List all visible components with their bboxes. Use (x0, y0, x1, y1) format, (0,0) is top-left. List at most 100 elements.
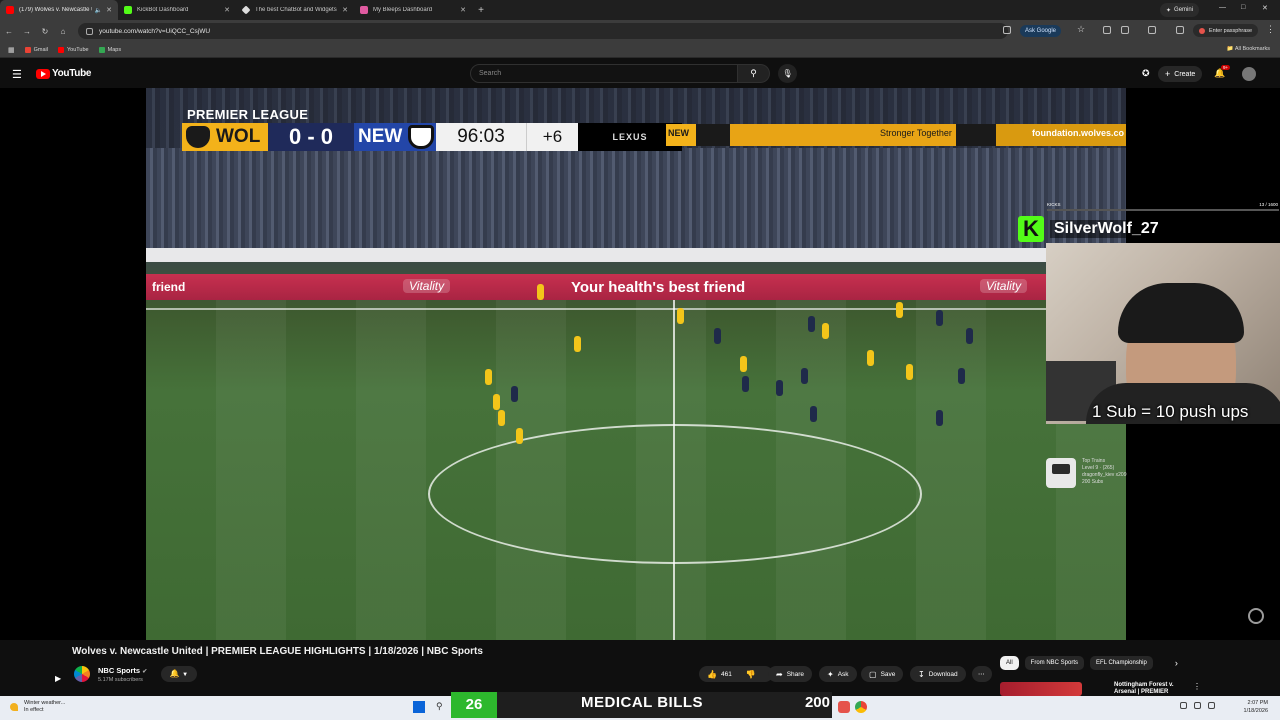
tab-chatbot[interactable]: The best ChatBot and Widgets ✕ (236, 0, 354, 20)
address-bar[interactable]: youtube.com/watch?v=UiQCC_CsjWU (78, 23, 1008, 39)
pitchside-ad-board: friend Vitality Your health's best frien… (146, 274, 1126, 300)
thumbs-up-icon[interactable]: 👍 (707, 670, 717, 679)
volume-icon[interactable] (1194, 702, 1201, 709)
footballer (906, 364, 913, 380)
chip-efl-championship[interactable]: EFL Championship (1090, 656, 1153, 670)
vitality-logo: Vitality (980, 279, 1028, 293)
share-label: Share (786, 670, 805, 678)
apps-grid-icon[interactable]: ▦ (8, 46, 15, 54)
chip-from-nbc-sports[interactable]: From NBC Sports (1024, 656, 1085, 670)
battery-icon[interactable] (1208, 702, 1215, 709)
wifi-icon[interactable] (1180, 702, 1187, 709)
footballer (498, 410, 505, 426)
extension-icon[interactable] (1103, 26, 1111, 34)
more-actions-button[interactable]: ⋯ (972, 666, 992, 682)
site-info-icon[interactable] (86, 27, 93, 35)
download-icon[interactable] (1176, 26, 1184, 34)
newcastle-crest-icon (408, 125, 434, 149)
reload-icon[interactable]: ↻ (36, 27, 54, 36)
footballer (808, 316, 815, 332)
close-tab-icon[interactable]: ✕ (106, 6, 112, 14)
close-tab-icon[interactable]: ✕ (224, 6, 230, 14)
weather-subtitle: In effect (24, 707, 44, 713)
minimize-icon[interactable]: — (1219, 4, 1226, 11)
forward-icon[interactable]: → (18, 27, 36, 36)
windows-start-icon[interactable] (413, 701, 425, 713)
ask-label: Ask (837, 670, 849, 678)
thumbs-down-icon[interactable]: 👎 (746, 670, 756, 679)
video-frame: friend Vitality Your health's best frien… (146, 88, 1126, 640)
chrome-icon[interactable] (855, 701, 867, 713)
download-arrow-icon: ↧ (918, 669, 925, 679)
footballer (936, 310, 943, 326)
hamburger-menu-icon[interactable]: ☰ (12, 68, 22, 81)
create-button[interactable]: + Create (1158, 66, 1203, 82)
kebab-menu-icon[interactable]: ⋮ (1266, 24, 1275, 35)
restore-icon[interactable]: □ (1241, 4, 1245, 11)
puzzle-icon[interactable] (1121, 26, 1129, 34)
tab-bleeps[interactable]: My Bleeps Dashboard ✕ (354, 0, 472, 20)
youtube-logo[interactable]: YouTube (36, 68, 92, 79)
gemini-button[interactable]: ✦ Gemini (1160, 3, 1200, 17)
window-close-icon[interactable]: ✕ (1262, 4, 1268, 12)
close-tab-icon[interactable]: ✕ (460, 6, 466, 14)
subscribed-bell-button[interactable]: 🔔 ▼ (161, 666, 197, 682)
bookmark-gmail[interactable]: Gmail (24, 46, 48, 53)
ask-google-button[interactable]: Ask Google (1020, 25, 1062, 37)
weather-widget[interactable]: Winter weather... In effect (10, 700, 65, 714)
back-icon[interactable]: ← (0, 27, 18, 36)
all-bookmarks-button[interactable]: 📁 All Bookmarks (1227, 46, 1270, 52)
clock[interactable]: 2:07 PM 1/18/2026 (1244, 699, 1268, 715)
tab-youtube[interactable]: (179) Wolves v. Newcastle U 🔈 ✕ (0, 0, 118, 20)
nbc-channel-avatar[interactable] (74, 666, 90, 682)
footballer (537, 284, 544, 300)
recommendation-title[interactable]: Nottingham Forest v. Arsenal | PREMIER (1114, 682, 1174, 696)
train-line: 200 Subs (1082, 479, 1104, 485)
cast-icon[interactable]: ✪ (1142, 68, 1150, 79)
create-label: Create (1174, 70, 1196, 78)
star-bookmark-icon[interactable]: ☆ (1077, 24, 1085, 35)
speaker-icon[interactable]: 🔈 (95, 7, 102, 14)
new-tab-button[interactable]: + (472, 5, 490, 16)
download-button[interactable]: ↧ Download (910, 666, 966, 682)
tab-kickbot[interactable]: KickBot Dashboard ✕ (118, 0, 236, 20)
plus-icon: + (1165, 69, 1171, 79)
account-avatar[interactable] (1242, 67, 1256, 81)
voice-search-button[interactable]: 🎙 (778, 64, 797, 83)
search-input[interactable]: Search (470, 64, 738, 83)
taskbar-app-icon[interactable] (838, 701, 850, 713)
search-button[interactable]: ⚲ (738, 64, 770, 83)
footballer (776, 380, 783, 396)
home-team-box: WOL (182, 123, 268, 151)
save-button[interactable]: ▢ Save (861, 666, 904, 682)
kicks-count: 13 / 1600 (1259, 202, 1278, 207)
footballer (742, 376, 749, 392)
share-button[interactable]: ➦ Share (768, 666, 813, 682)
led-board: NEW Stronger Together foundation.wolves.… (666, 124, 1126, 146)
sponsor-board-upper (146, 248, 1126, 262)
sidepanel-icon[interactable] (1148, 26, 1156, 34)
chip-all[interactable]: All (1000, 656, 1019, 670)
chevron-right-icon[interactable]: › (1175, 658, 1178, 668)
train-line: dragonfly_kiev x209 (1082, 472, 1127, 478)
passphrase-button[interactable]: Enter passphrase (1193, 24, 1259, 37)
home-icon[interactable]: ⌂ (54, 27, 72, 36)
youtube-icon (58, 46, 64, 53)
weather-alert-icon (10, 703, 18, 711)
recommendation-thumbnail[interactable] (1000, 682, 1082, 696)
download-label: Download (928, 670, 958, 678)
tab-title: KickBot Dashboard (137, 7, 189, 13)
channel-name[interactable]: NBC Sports ✔ (98, 666, 147, 675)
screen-cast-icon[interactable] (1003, 26, 1011, 34)
bookmark-youtube[interactable]: YouTube (58, 46, 89, 53)
match-clock: 96:03 (436, 123, 526, 151)
taskbar-search-icon[interactable]: ⚲ (436, 701, 443, 712)
bookmark-maps[interactable]: Maps (98, 46, 121, 53)
clock-date: 1/18/2026 (1243, 708, 1268, 714)
ask-button[interactable]: ✦ Ask (819, 666, 857, 682)
close-tab-icon[interactable]: ✕ (342, 6, 348, 14)
rec-more-icon[interactable]: ⋮ (1193, 682, 1201, 691)
ad-left-text: friend (152, 280, 186, 294)
microphone-icon: 🎙 (782, 69, 793, 78)
like-count[interactable]: 461 (721, 671, 732, 678)
